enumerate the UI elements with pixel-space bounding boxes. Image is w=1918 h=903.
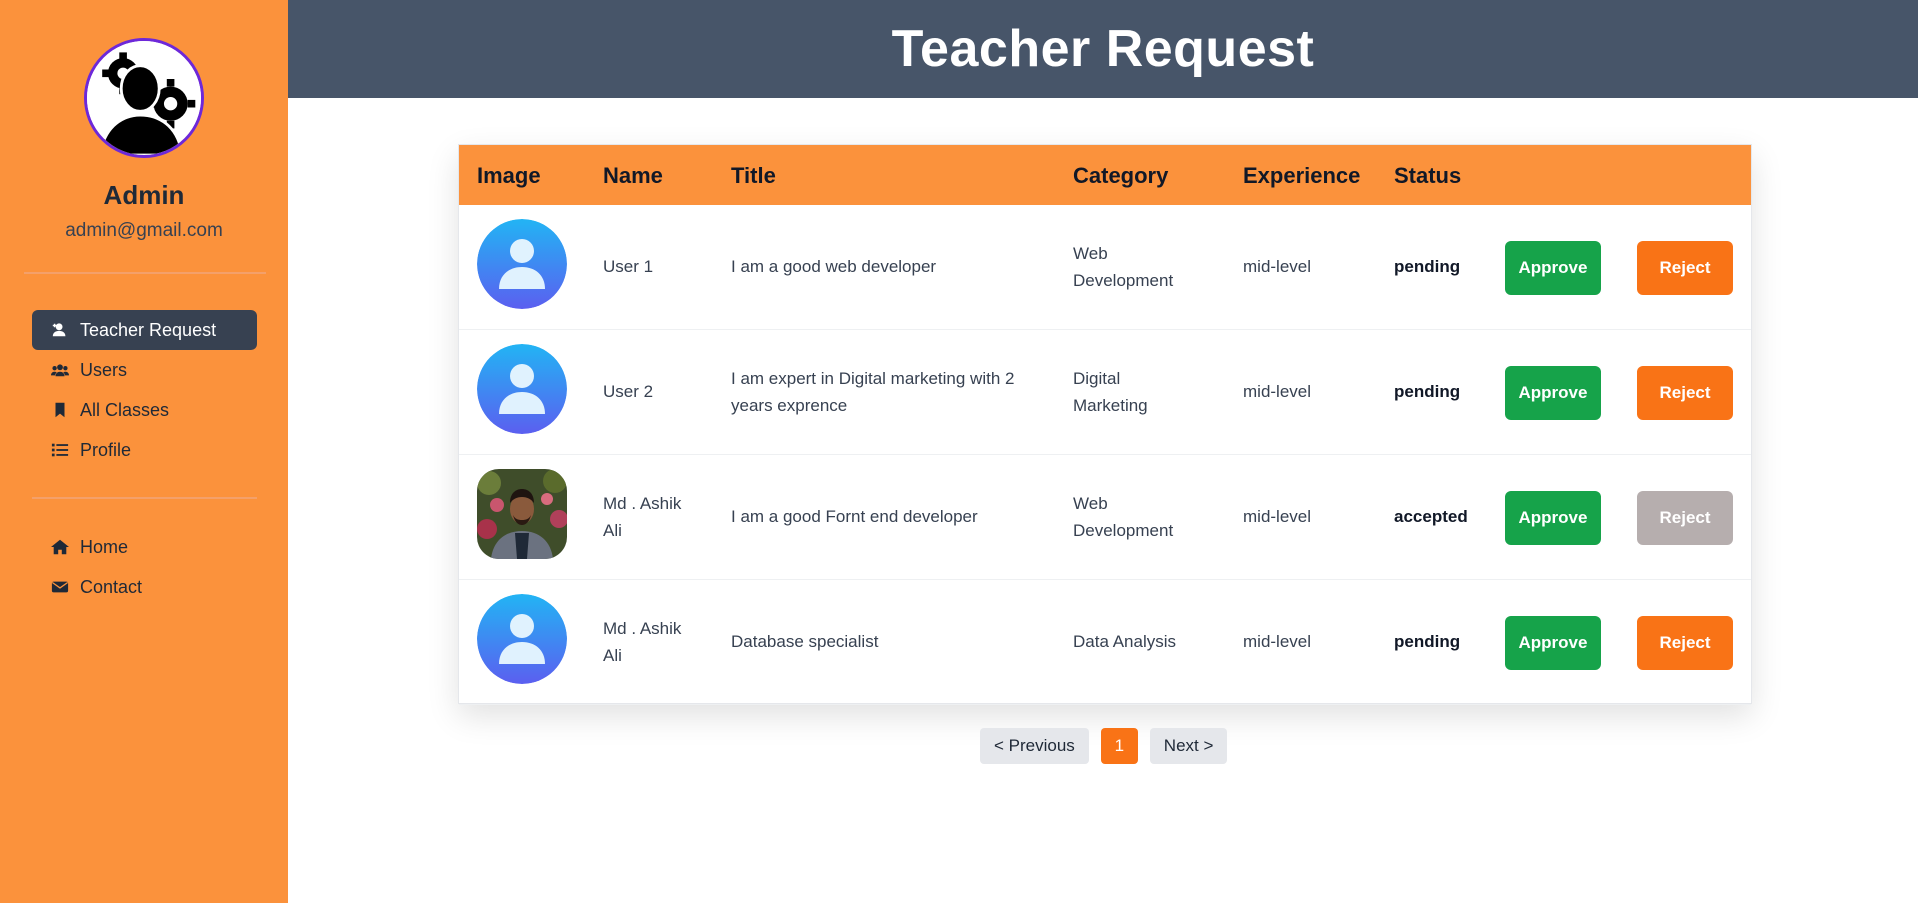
sidebar-item-profile[interactable]: Profile [32,430,257,470]
pagination: < Previous 1 Next > [980,728,1228,764]
sidebar-item-label: Contact [80,576,143,597]
admin-email: admin@gmail.com [65,220,223,241]
sidebar-nav-secondary: Home Contact [32,527,257,607]
table-row: User 2 I am expert in Digital marketing … [459,330,1751,455]
sidebar-item-users[interactable]: Users [32,350,257,390]
list-icon [50,441,70,459]
approve-button[interactable]: Approve [1505,491,1601,545]
teacher-title: I am a good web developer [731,257,937,276]
status-badge: pending [1394,257,1461,276]
column-header-category: Category [1073,163,1169,188]
teacher-photo [477,469,567,559]
sidebar-item-label: All Classes [80,399,170,420]
approve-button[interactable]: Approve [1505,616,1601,670]
home-icon [50,538,70,556]
default-avatar-icon [477,219,567,309]
sidebar-item-label: Users [80,359,128,380]
user-plus-icon [50,321,70,339]
column-header-title: Title [731,163,776,188]
teacher-request-table: Image Name Title Category Experience Sta… [458,144,1752,705]
default-avatar-icon [477,594,567,684]
sidebar-item-label: Home [80,536,129,557]
users-icon [50,361,70,379]
teacher-title: I am expert in Digital marketing with 2 … [731,369,1015,415]
admin-avatar-icon [87,41,201,155]
page-title: Teacher Request [891,20,1315,78]
table-row: User 1 I am a good web developer Web Dev… [459,205,1751,330]
bookmark-icon [50,401,70,419]
teacher-name: User 1 [603,257,654,276]
approve-button[interactable]: Approve [1505,366,1601,420]
teacher-title: Database specialist [731,632,879,651]
column-header-name: Name [603,163,663,188]
next-page-button[interactable]: Next > [1149,728,1228,764]
column-header-image: Image [477,163,541,188]
previous-page-button[interactable]: < Previous [980,728,1089,764]
divider [32,497,257,499]
table-row: Md . Ashik Ali Database specialist Data … [459,580,1751,705]
sidebar-item-contact[interactable]: Contact [32,567,257,607]
column-header-experience: Experience [1243,163,1361,188]
teacher-experience: mid-level [1243,257,1312,276]
approve-button[interactable]: Approve [1505,241,1601,295]
sidebar-item-label: Profile [80,439,132,460]
teacher-category: Digital Marketing [1073,369,1148,415]
teacher-name: Md . Ashik Ali [603,619,682,665]
status-badge: pending [1394,382,1461,401]
teacher-category: Web Development [1073,494,1174,540]
teacher-experience: mid-level [1243,632,1312,651]
divider [24,272,266,274]
status-badge: pending [1394,632,1461,651]
table-row: Md . Ashik Ali I am a good Fornt end dev… [459,455,1751,580]
sidebar-nav-primary: Teacher Request Users All Classes Profil… [32,310,257,470]
teacher-category: Data Analysis [1073,632,1176,651]
reject-button[interactable]: Reject [1637,491,1733,545]
column-header-status: Status [1394,163,1462,188]
teacher-experience: mid-level [1243,507,1312,526]
sidebar-item-teacher-request[interactable]: Teacher Request [32,310,257,350]
admin-name: Admin [103,180,185,210]
admin-avatar [84,38,204,158]
page-header: Teacher Request [288,0,1918,98]
default-avatar-icon [477,344,567,434]
reject-button[interactable]: Reject [1637,616,1733,670]
sidebar-item-label: Teacher Request [80,319,217,340]
teacher-experience: mid-level [1243,382,1312,401]
envelope-icon [50,578,70,596]
sidebar-item-all-classes[interactable]: All Classes [32,390,257,430]
table-header: Image Name Title Category Experience Sta… [459,145,1751,205]
reject-button[interactable]: Reject [1637,366,1733,420]
teacher-title: I am a good Fornt end developer [731,507,978,526]
page-1-button[interactable]: 1 [1100,728,1138,764]
teacher-name: Md . Ashik Ali [603,494,682,540]
reject-button[interactable]: Reject [1637,241,1733,295]
teacher-name: User 2 [603,382,654,401]
sidebar: Admin admin@gmail.com Teacher Request Us… [0,0,288,903]
teacher-category: Web Development [1073,244,1174,290]
sidebar-item-home[interactable]: Home [32,527,257,567]
status-badge: accepted [1394,507,1468,526]
